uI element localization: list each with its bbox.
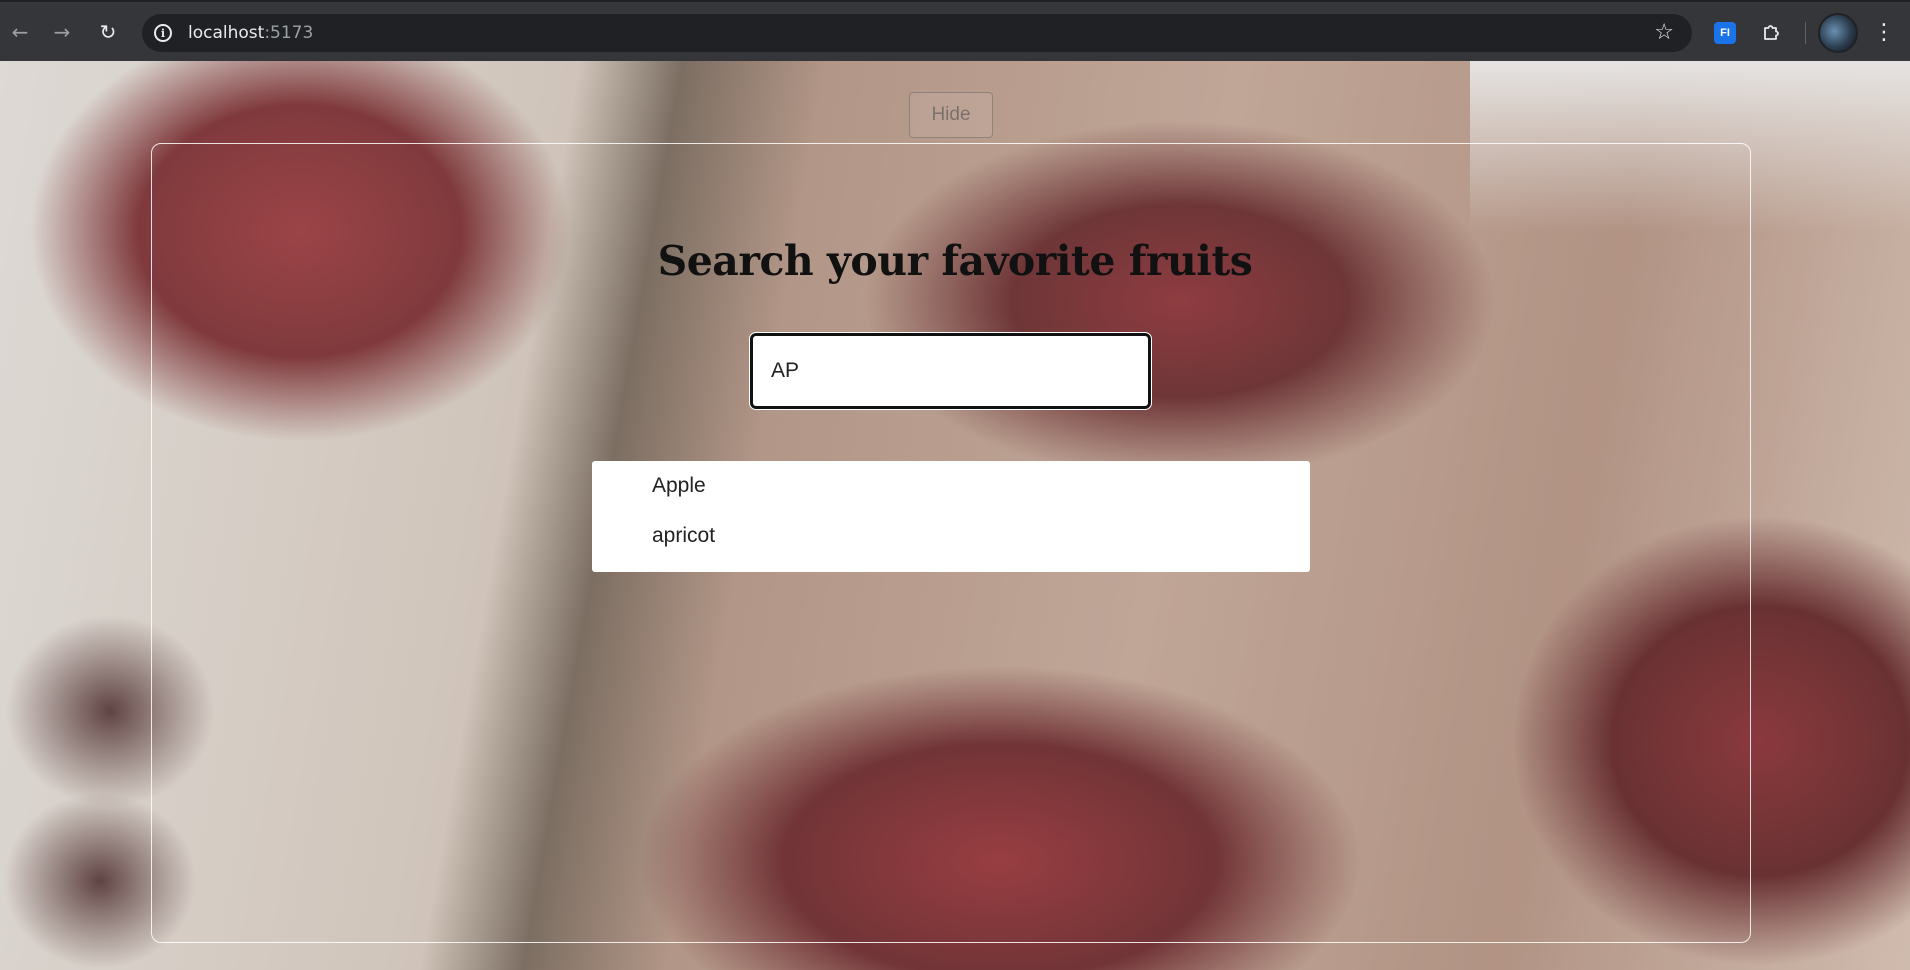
reload-icon[interactable]: ↻ <box>94 18 122 46</box>
address-bar[interactable]: i localhost:5173 ☆ <box>142 14 1692 52</box>
url-host: localhost <box>188 23 265 43</box>
page-viewport: Hide Search your favorite fruits Apple a… <box>0 61 1910 970</box>
hide-button[interactable]: Hide <box>909 92 993 138</box>
url-port: :5173 <box>264 23 314 43</box>
suggestion-item-apricot[interactable]: apricot <box>632 520 1310 570</box>
back-arrow-icon[interactable]: ← <box>6 18 34 46</box>
info-icon[interactable]: i <box>154 24 172 42</box>
page-title: Search your favorite fruits <box>657 237 1253 285</box>
search-input[interactable] <box>749 332 1152 410</box>
kebab-menu-icon[interactable]: ⋮ <box>1872 18 1896 46</box>
forward-arrow-icon[interactable]: → <box>48 18 76 46</box>
url-text[interactable]: localhost:5173 <box>188 23 313 43</box>
puzzle-icon-graphic <box>1764 25 1779 40</box>
suggestions-list: Apple apricot <box>592 461 1310 572</box>
avatar[interactable] <box>1818 13 1858 53</box>
toolbar-divider <box>1805 22 1806 44</box>
suggestion-item-apple[interactable]: Apple <box>632 470 1310 520</box>
puzzle-icon[interactable] <box>1758 18 1786 46</box>
extension-fi-icon[interactable]: FI <box>1714 22 1736 44</box>
star-icon[interactable]: ☆ <box>1654 20 1674 45</box>
browser-toolbar: ← → ↻ i localhost:5173 ☆ FI ⋮ <box>0 0 1910 61</box>
